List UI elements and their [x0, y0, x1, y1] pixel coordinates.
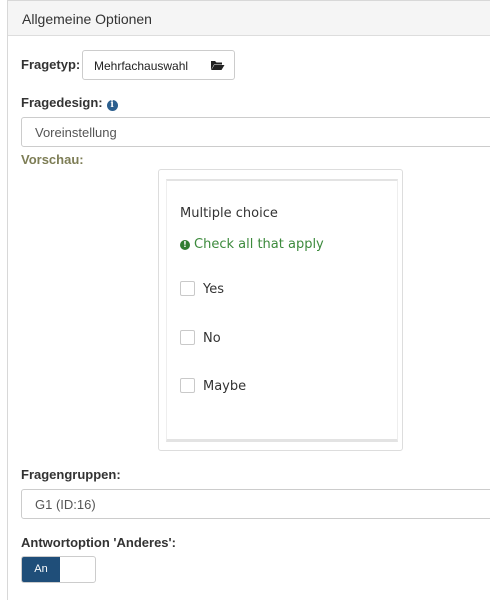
other-option-label: Antwortoption 'Anderes': — [21, 535, 176, 550]
panel-title: Allgemeine Optionen — [22, 11, 152, 27]
question-groups-label: Fragengruppen: — [21, 467, 121, 482]
question-type-label: Fragetyp: — [21, 57, 81, 72]
question-design-select[interactable]: Voreinstellung — [21, 117, 490, 147]
question-design-label-text: Fragedesign: — [21, 95, 103, 110]
preview-label: Vorschau: — [21, 152, 84, 167]
panel-header: Allgemeine Optionen — [8, 1, 490, 36]
question-groups-select[interactable]: G1 (ID:16) — [21, 489, 490, 519]
info-icon[interactable]: i — [106, 100, 118, 111]
option-label: No — [203, 331, 221, 346]
checkbox[interactable] — [180, 281, 195, 296]
exclamation-icon: ! — [180, 240, 190, 250]
checkbox[interactable] — [180, 330, 195, 345]
preview-help-text-label: Check all that apply — [194, 237, 324, 252]
other-option-toggle[interactable]: An — [21, 556, 96, 583]
option-label: Maybe — [203, 379, 247, 394]
preview-question-title: Multiple choice — [180, 206, 278, 221]
preview-question-card: Multiple choice ! Check all that apply Ye… — [166, 179, 398, 442]
toggle-on-label: An — [22, 557, 60, 582]
option-label: Yes — [203, 282, 224, 297]
question-design-label: Fragedesign: i — [21, 95, 118, 111]
folder-open-icon — [211, 61, 225, 70]
question-groups-value: G1 (ID:16) — [35, 497, 96, 512]
question-design-value: Voreinstellung — [35, 125, 117, 140]
question-type-button[interactable]: Mehrfachauswahl — [82, 50, 235, 80]
preview-help-text: ! Check all that apply — [180, 237, 324, 252]
preview-frame: Multiple choice ! Check all that apply Ye… — [158, 169, 403, 451]
question-type-value: Mehrfachauswahl — [94, 59, 189, 73]
checkbox[interactable] — [180, 378, 195, 393]
